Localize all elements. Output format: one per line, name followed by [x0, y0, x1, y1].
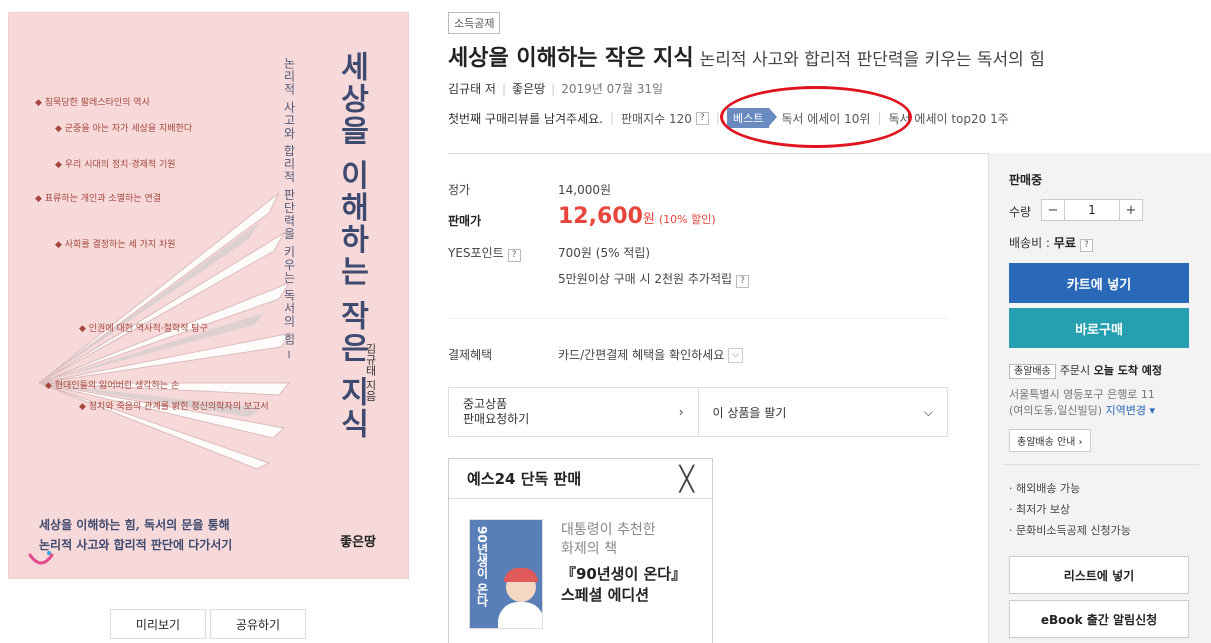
- points-label-row: YES포인트?: [448, 244, 521, 262]
- quantity-minus-button[interactable]: −: [1042, 200, 1064, 220]
- cover-subtitle: 논리적 사고와 합리적 판단력을 키우는 독서의 힘 ─: [282, 57, 296, 359]
- shipping-value: 무료: [1053, 236, 1076, 250]
- yes24-smile-icon: [28, 551, 54, 565]
- book-cover-image[interactable]: 세상을 이해하는 작은 지식 논리적 사고와 합리적 판단력을 키우는 독서의 …: [8, 12, 409, 579]
- fast-delivery-guide-button[interactable]: 총알배송 안내 ›: [1009, 429, 1091, 452]
- mini-book-cover[interactable]: 90년생이 온다: [469, 519, 543, 629]
- sale-price-row: 12,600원 (10% 할인): [558, 204, 716, 229]
- payment-benefit-row: 카드/간편결제 혜택을 확인하세요 ⌵: [558, 346, 744, 363]
- sale-price-value: 12,600: [558, 204, 643, 229]
- sale-price-unit: 원: [642, 212, 655, 227]
- shipping-fee: 배송비 : 무료?: [1009, 234, 1093, 252]
- ebook-alert-button[interactable]: eBook 출간 알림신청: [1009, 600, 1189, 638]
- exclusive-desc-1: 대통령이 추천한: [561, 522, 656, 538]
- publish-date: 2019년 07월 31일: [561, 82, 664, 96]
- change-region-link[interactable]: 지역변경 ▾: [1106, 404, 1156, 417]
- tax-deduction-badge: 소득공제: [448, 12, 501, 34]
- product-title-main: 세상을 이해하는 작은 지식: [448, 46, 694, 71]
- points-label: YES포인트: [448, 246, 504, 260]
- sell-item-dropdown[interactable]: 이 상품을 팔기 ⌵: [699, 388, 948, 436]
- author-link[interactable]: 김규태 저: [448, 82, 496, 96]
- highlight-annotation-oval: [720, 86, 912, 148]
- chevron-down-icon: ⌵: [923, 404, 933, 419]
- used-line-2: 판매요청하기: [463, 412, 530, 426]
- service-item: · 최저가 보상: [1009, 503, 1071, 516]
- close-icon[interactable]: ╳: [680, 465, 694, 493]
- cover-bullet: ◆ 표류하는 개인과 소멸하는 연결: [35, 194, 162, 204]
- product-subtitle: 논리적 사고와 합리적 판단력을 키우는 독서의 힘: [699, 50, 1045, 70]
- fast-delivery-prefix: 주문시: [1059, 364, 1094, 377]
- quantity-stepper: − 1 +: [1041, 199, 1143, 221]
- service-list: · 해외배송 가능 · 최저가 보상 · 문화비소득공제 신청가능: [1009, 478, 1131, 541]
- quantity-plus-button[interactable]: +: [1120, 200, 1142, 220]
- delivery-address: 서울특별시 영등포구 은행로 11 (여의도동,일신빌딩) 지역변경 ▾: [1009, 387, 1155, 419]
- review-prompt-link[interactable]: 첫번째 구매리뷰를 남겨주세요.: [448, 110, 603, 127]
- exclusive-title: 예스24 단독 판매: [467, 470, 582, 488]
- help-icon[interactable]: ?: [695, 111, 709, 125]
- sale-status: 판매중: [1009, 173, 1043, 187]
- points-extra-row: 5만원이상 구매 시 2천원 추가적립?: [558, 270, 750, 288]
- cover-bullet: ◆ 정치와 죽음의 관계를 밝힌 정신의학자의 보고서: [79, 402, 269, 412]
- quantity-input[interactable]: 1: [1064, 200, 1120, 220]
- publisher-link[interactable]: 좋은땅: [512, 82, 545, 96]
- publisher-logo: 좋은땅: [340, 535, 376, 550]
- exclusive-book-2[interactable]: 스페셜 에디션: [561, 585, 686, 606]
- sell-item-label: 이 상품을 팔기: [712, 405, 787, 420]
- used-goods-box: 중고상품 판매요청하기 › 이 상품을 팔기 ⌵: [448, 387, 948, 437]
- payment-benefit-value: 카드/간편결제 혜택을 확인하세요: [558, 348, 725, 362]
- payment-benefit-label: 결제혜택: [448, 348, 493, 362]
- cover-tagline-2: 논리적 사고와 합리적 판단에 다가서기: [39, 538, 233, 552]
- cover-bullet: ◆ 군중을 아는 자가 세상을 지배한다: [55, 124, 193, 134]
- shipping-label: 배송비 :: [1009, 236, 1054, 250]
- cover-bullet: ◆ 우리 시대의 정치·경제적 기원: [55, 160, 176, 170]
- exclusive-sale-box: 예스24 단독 판매 ╳ 90년생이 온다 대통령이 추천한 화제의 책 『90…: [448, 458, 713, 643]
- exclusive-desc-2: 화제의 책: [561, 541, 617, 557]
- quantity-label: 수량: [1009, 205, 1032, 219]
- points-value: 700원 (5% 적립): [558, 246, 651, 260]
- product-meta: 김규태 저 | 좋은땅 | 2019년 07월 31일: [448, 82, 664, 96]
- buy-now-button[interactable]: 바로구매: [1009, 308, 1189, 348]
- cover-author: 김규태 지음: [364, 343, 377, 402]
- list-price-label: 정가: [448, 183, 471, 197]
- preview-button[interactable]: 미리보기: [110, 609, 206, 639]
- sales-index: 판매지수 120: [621, 111, 692, 126]
- list-price-value: 14,000원: [558, 183, 612, 197]
- discount-rate: (10% 할인): [658, 213, 716, 226]
- service-item: · 해외배송 가능: [1009, 482, 1081, 495]
- fast-delivery-tag: 총알배송: [1009, 364, 1056, 379]
- chevron-down-icon[interactable]: ⌵: [728, 348, 744, 363]
- divider: [448, 318, 948, 319]
- service-item: · 문화비소득공제 신청가능: [1009, 524, 1131, 537]
- sale-price-label: 판매가: [448, 214, 482, 228]
- add-to-cart-button[interactable]: 카트에 넣기: [1009, 263, 1189, 303]
- divider: [1003, 464, 1199, 465]
- help-icon[interactable]: ?: [1079, 239, 1093, 252]
- used-request-button[interactable]: 중고상품 판매요청하기 ›: [449, 388, 699, 436]
- product-title: 세상을 이해하는 작은 지식 논리적 사고와 합리적 판단력을 키우는 독서의 힘: [448, 40, 1045, 72]
- cover-bullet: ◆ 현대인들의 잃어버린 생각하는 손: [45, 381, 180, 391]
- mini-book-title: 90년생이 온다: [475, 526, 489, 607]
- points-extra: 5만원이상 구매 시 2천원 추가적립: [558, 272, 733, 286]
- exclusive-book-1[interactable]: 『90년생이 온다』: [561, 564, 686, 585]
- cover-bullet: ◆ 인권에 대한 역사적·철학적 탐구: [79, 324, 208, 334]
- cover-bullet: ◆ 사회를 결정하는 세 가지 차원: [55, 240, 176, 250]
- share-button[interactable]: 공유하기: [210, 609, 306, 639]
- chevron-right-icon: ›: [678, 405, 684, 419]
- fast-delivery-eta: 오늘 도착 예정: [1093, 364, 1163, 377]
- purchase-panel: 판매중 수량 − 1 + 배송비 : 무료? 카트에 넣기 바로구매 총알배송 주…: [988, 153, 1211, 643]
- address-line-2: (여의도동,일신빌딩): [1009, 404, 1103, 417]
- cover-bullet: ◆ 침묵당한 팔레스타인의 역사: [35, 98, 150, 108]
- help-icon[interactable]: ?: [736, 275, 750, 288]
- help-icon[interactable]: ?: [507, 249, 521, 262]
- add-to-list-button[interactable]: 리스트에 넣기: [1009, 556, 1189, 594]
- cover-tagline-1: 세상을 이해하는 힘, 독서의 문을 통해: [39, 518, 230, 532]
- used-line-1: 중고상품: [463, 397, 508, 411]
- fast-delivery-row: 총알배송 주문시 오늘 도착 예정: [1009, 362, 1163, 379]
- address-line-1: 서울특별시 영등포구 은행로 11: [1009, 388, 1155, 401]
